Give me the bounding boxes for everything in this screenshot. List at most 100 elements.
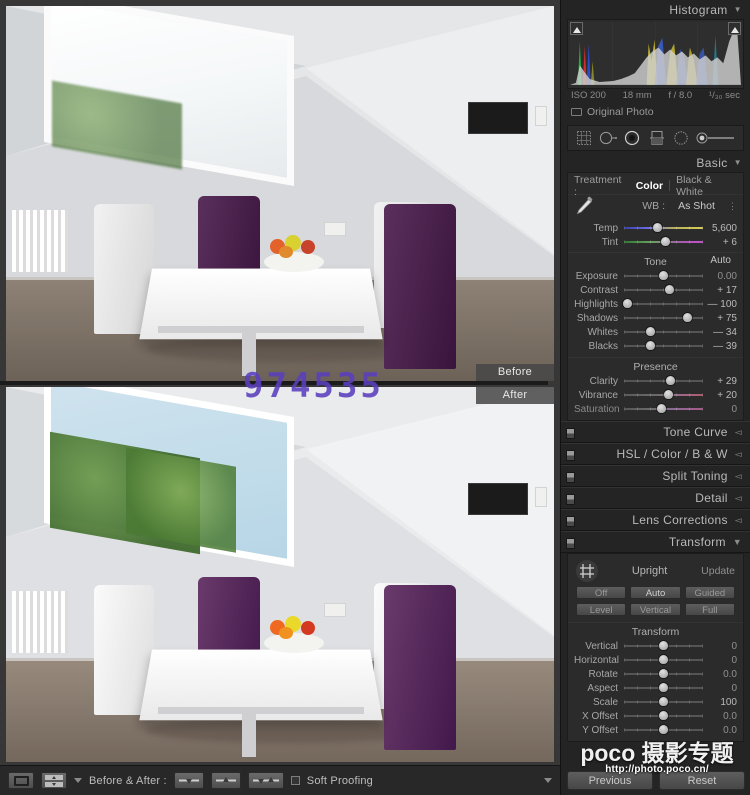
slider-track[interactable] [624, 312, 703, 324]
slider-value[interactable]: 0.00 [703, 271, 737, 282]
slider-value[interactable]: + 17 [703, 285, 737, 296]
slider-value[interactable]: 0.0 [703, 711, 737, 722]
slider-track[interactable] [624, 236, 703, 248]
slider-track[interactable] [624, 284, 703, 296]
hsl-color-bw-switch[interactable] [566, 450, 575, 461]
slider-knob[interactable] [622, 299, 632, 308]
shadow-clipping-indicator[interactable] [570, 22, 583, 35]
slider-knob[interactable] [659, 655, 668, 664]
slider-row-clarity[interactable]: Clarity + 29 [568, 374, 743, 388]
slider-value[interactable]: 0.0 [703, 725, 737, 736]
slider-value[interactable]: + 75 [703, 313, 737, 324]
wb-dropdown-icon[interactable]: ⋮ [728, 201, 737, 212]
slider-track[interactable] [624, 654, 703, 666]
slider-value[interactable]: 100 [703, 697, 737, 708]
slider-row-vibrance[interactable]: Vibrance + 20 [568, 388, 743, 402]
slider-track[interactable] [624, 724, 703, 736]
slider-knob[interactable] [664, 285, 674, 294]
auto-tone-button[interactable]: Auto [706, 255, 735, 266]
slider-row-temp[interactable]: Temp 5,600 [568, 221, 743, 235]
view-mode-chevron-icon[interactable] [74, 778, 82, 783]
copy-after-settings-button[interactable] [210, 772, 241, 789]
slider-knob[interactable] [666, 376, 676, 385]
slider-row-blacks[interactable]: Blacks — 39 [568, 339, 743, 353]
toolbar-collapse-chevron-icon[interactable] [544, 778, 552, 783]
detail-switch[interactable] [566, 494, 575, 505]
slider-value[interactable]: + 6 [703, 237, 737, 248]
slider-row-shadows[interactable]: Shadows + 75 [568, 311, 743, 325]
highlight-clipping-indicator[interactable] [728, 22, 741, 35]
transform-collapse-icon[interactable]: ▼ [733, 537, 742, 547]
basic-panel-header[interactable]: Basic ▼ [561, 153, 750, 172]
preview-toolbar[interactable]: Before & After : Soft Proofing [0, 765, 560, 795]
panel-header-lens-corrections[interactable]: Lens Corrections ◅ [561, 509, 750, 531]
treatment-option-color[interactable]: Color [636, 180, 663, 192]
slider-row-exposure[interactable]: Exposure 0.00 [568, 269, 743, 283]
slider-value[interactable]: 0 [703, 404, 737, 415]
crop-overlay-tool[interactable] [573, 129, 595, 147]
panel-header-tone-curve[interactable]: Tone Curve ◅ [561, 421, 750, 443]
slider-row-saturation[interactable]: Saturation 0 [568, 402, 743, 416]
slider-track[interactable] [622, 298, 703, 310]
slider-knob[interactable] [659, 711, 668, 720]
detail-expand-icon[interactable]: ◅ [735, 493, 742, 504]
reset-button[interactable]: Reset [659, 771, 745, 790]
slider-knob[interactable] [659, 271, 668, 280]
slider-knob[interactable] [659, 641, 668, 650]
slider-knob[interactable] [645, 341, 655, 350]
slider-track[interactable] [624, 403, 703, 415]
after-image[interactable]: After [6, 387, 554, 762]
slider-track[interactable] [624, 710, 703, 722]
slider-track[interactable] [624, 682, 703, 694]
slider-row-highlights[interactable]: Highlights — 100 [568, 297, 743, 311]
slider-knob[interactable] [659, 725, 668, 734]
panel-header-hsl-color-bw[interactable]: HSL / Color / B & W ◅ [561, 443, 750, 465]
slider-knob[interactable] [663, 390, 673, 399]
slider-track[interactable] [624, 389, 703, 401]
upright-guided-button[interactable]: Guided [684, 586, 735, 599]
spot-removal-tool[interactable] [597, 129, 619, 147]
slider-value[interactable]: 0 [703, 641, 737, 652]
slider-row-x-offset[interactable]: X Offset 0.0 [568, 709, 743, 723]
wb-value[interactable]: As Shot [665, 200, 728, 212]
slider-value[interactable]: 0.0 [703, 669, 737, 680]
transform-panel-header[interactable]: Transform ▼ [561, 531, 750, 553]
slider-value[interactable]: — 34 [703, 327, 737, 338]
histogram-collapse-icon[interactable]: ▼ [734, 5, 742, 14]
tone-curve-expand-icon[interactable]: ◅ [735, 427, 742, 438]
upright-off-button[interactable]: Off [576, 586, 627, 599]
previous-button[interactable]: Previous [567, 771, 653, 790]
slider-value[interactable]: — 39 [703, 341, 737, 352]
slider-knob[interactable] [646, 327, 656, 336]
slider-row-whites[interactable]: Whites — 34 [568, 325, 743, 339]
white-balance-selector[interactable] [570, 195, 596, 221]
upright-tool-icon[interactable] [576, 560, 598, 582]
slider-knob[interactable] [661, 237, 671, 246]
upright-update-button[interactable]: Update [701, 565, 735, 577]
radial-filter-tool[interactable] [670, 129, 692, 147]
histogram-header[interactable]: Histogram ▼ [561, 0, 750, 19]
upright-auto-button[interactable]: Auto [630, 586, 681, 599]
slider-value[interactable]: — 100 [703, 299, 737, 310]
slider-row-y-offset[interactable]: Y Offset 0.0 [568, 723, 743, 737]
graduated-filter-tool[interactable] [646, 129, 668, 147]
slider-row-tint[interactable]: Tint + 6 [568, 235, 743, 249]
slider-track[interactable] [624, 696, 703, 708]
slider-track[interactable] [624, 375, 703, 387]
hsl-color-bw-expand-icon[interactable]: ◅ [735, 449, 742, 460]
slider-knob[interactable] [659, 697, 668, 706]
image-preview-area[interactable]: Before After 974535 [0, 0, 560, 765]
slider-knob[interactable] [683, 313, 693, 322]
slider-value[interactable]: + 20 [703, 390, 737, 401]
split-toning-expand-icon[interactable]: ◅ [735, 471, 742, 482]
slider-knob[interactable] [659, 683, 668, 692]
upright-level-button[interactable]: Level [576, 603, 627, 616]
treatment-row[interactable]: Treatment : Color Black & White [568, 174, 743, 198]
slider-track[interactable] [624, 668, 703, 680]
develop-tool-strip[interactable] [567, 125, 744, 151]
treatment-option-bw[interactable]: Black & White [676, 174, 737, 198]
lens-corrections-switch[interactable] [566, 516, 575, 527]
slider-value[interactable]: 0 [703, 655, 737, 666]
slider-knob[interactable] [657, 404, 667, 413]
slider-track[interactable] [624, 340, 703, 352]
